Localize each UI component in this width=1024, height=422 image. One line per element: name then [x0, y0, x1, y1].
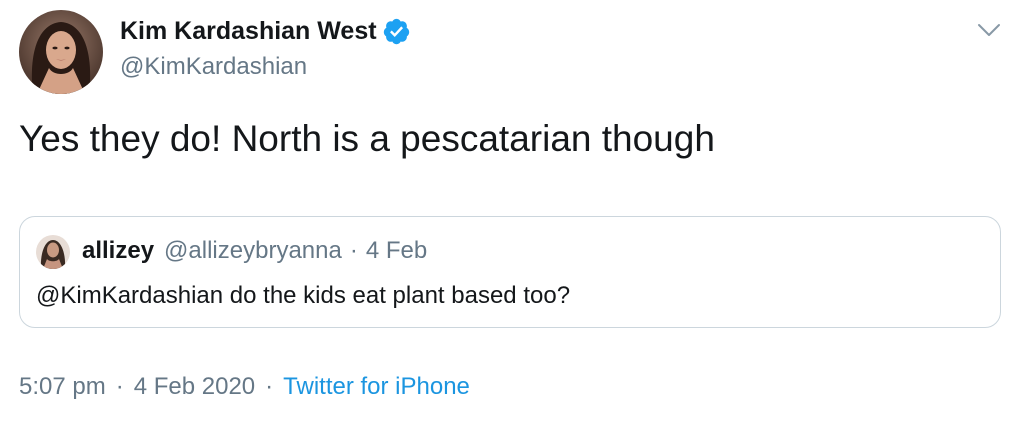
- quoted-tweet-header: allizey @allizeybryanna · 4 Feb: [82, 236, 427, 266]
- author-name-row[interactable]: Kim Kardashian West: [120, 15, 411, 47]
- separator-dot: ·: [115, 373, 124, 400]
- chevron-down-icon[interactable]: [976, 20, 1002, 40]
- separator-dot: ·: [265, 373, 274, 400]
- tweet-date[interactable]: 4 Feb 2020: [134, 372, 255, 402]
- quoted-author-handle[interactable]: @allizeybryanna: [164, 236, 342, 266]
- tweet-source-link[interactable]: Twitter for iPhone: [283, 372, 470, 402]
- tweet-card: Kim Kardashian West @KimKardashian Yes t…: [0, 0, 1024, 422]
- tweet-time[interactable]: 5:07 pm: [19, 372, 106, 402]
- quoted-author-name[interactable]: allizey: [82, 236, 154, 266]
- tweet-text: Yes they do! North is a pescatarian thou…: [19, 118, 715, 159]
- quoted-tweet[interactable]: allizey @allizeybryanna · 4 Feb @KimKard…: [19, 216, 1001, 328]
- author-handle[interactable]: @KimKardashian: [120, 52, 307, 82]
- author-display-name[interactable]: Kim Kardashian West: [120, 15, 377, 47]
- tweet-meta: 5:07 pm · 4 Feb 2020 · Twitter for iPhon…: [19, 372, 470, 402]
- quoted-author-avatar: [36, 235, 70, 269]
- verified-badge-icon: [382, 17, 411, 46]
- quoted-tweet-text: @KimKardashian do the kids eat plant bas…: [36, 282, 571, 309]
- author-avatar[interactable]: [19, 10, 103, 94]
- separator-dot: ·: [349, 237, 358, 264]
- quoted-tweet-date[interactable]: 4 Feb: [366, 236, 427, 266]
